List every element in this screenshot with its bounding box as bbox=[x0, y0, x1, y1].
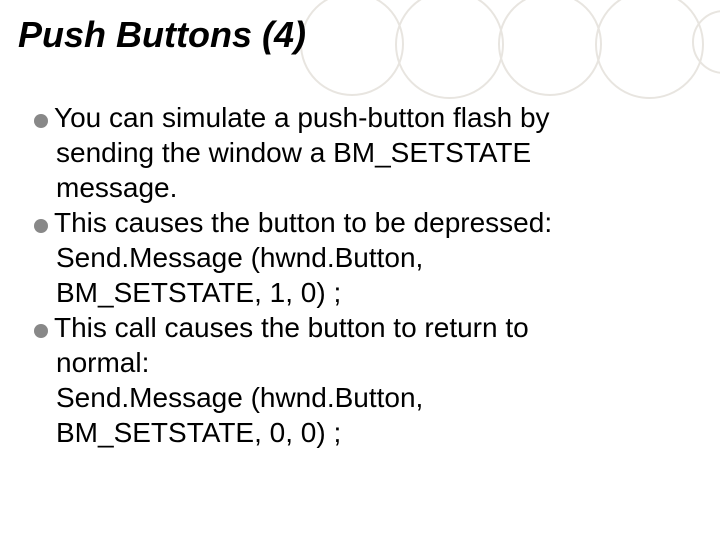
bullet-3-line-4: BM_SETSTATE, 0, 0) ; bbox=[34, 415, 680, 450]
bullet-1-line-3: message. bbox=[34, 170, 680, 205]
bullet-3-line-2: normal: bbox=[34, 345, 680, 380]
bullet-icon bbox=[34, 219, 48, 233]
bullet-3: This call causes the button to return to… bbox=[34, 310, 680, 450]
bullet-2-line-3: BM_SETSTATE, 1, 0) ; bbox=[34, 275, 680, 310]
slide-title: Push Buttons (4) bbox=[18, 14, 306, 56]
slide-body: You can simulate a push-button flash by … bbox=[34, 100, 680, 450]
bullet-2-line-2: Send.Message (hwnd.Button, bbox=[34, 240, 680, 275]
bullet-icon bbox=[34, 324, 48, 338]
bullet-1: You can simulate a push-button flash by … bbox=[34, 100, 680, 205]
bullet-1-line-1: You can simulate a push-button flash by bbox=[54, 102, 550, 133]
slide: Push Buttons (4) You can simulate a push… bbox=[0, 0, 720, 540]
bullet-3-line-3: Send.Message (hwnd.Button, bbox=[34, 380, 680, 415]
bullet-1-line-2: sending the window a BM_SETSTATE bbox=[34, 135, 680, 170]
bullet-icon bbox=[34, 114, 48, 128]
bullet-3-line-1: This call causes the button to return to bbox=[54, 312, 529, 343]
bullet-2-line-1: This causes the button to be depressed: bbox=[54, 207, 552, 238]
bullet-2: This causes the button to be depressed: … bbox=[34, 205, 680, 310]
